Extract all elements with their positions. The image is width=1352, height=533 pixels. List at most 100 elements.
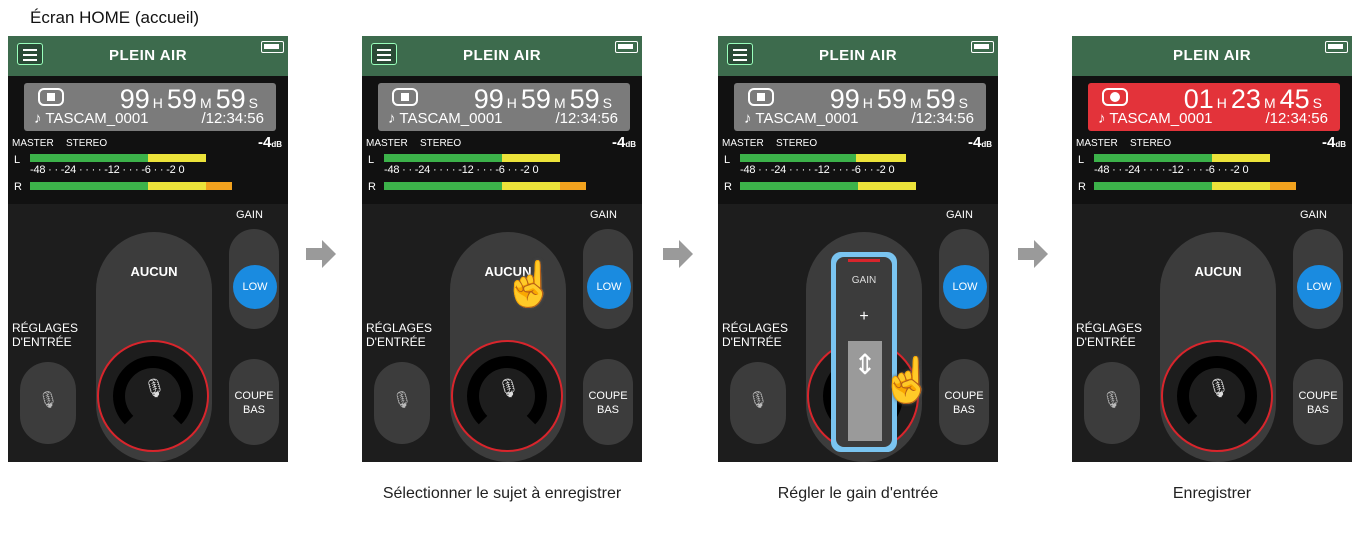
hours-unit: H bbox=[1216, 95, 1227, 111]
gain-low-button[interactable]: LOW bbox=[233, 265, 277, 309]
step-arrow-2 bbox=[663, 240, 693, 268]
master-label: MASTER bbox=[12, 138, 54, 149]
hours-unit: H bbox=[862, 95, 873, 111]
seconds-unit: S bbox=[248, 95, 258, 111]
recorder-screen: PLEIN AIR 99 H 59 M 59 S ♪ TASCAM_0001 /12:34… bbox=[718, 36, 998, 462]
input-settings-label: RÉGLAGES D'ENTRÉE bbox=[1076, 321, 1143, 349]
input-settings-label: RÉGLAGES D'ENTRÉE bbox=[12, 321, 79, 349]
master-level-value: -4 bbox=[257, 134, 272, 151]
meter-right bbox=[30, 182, 232, 190]
master-meter: MASTER STEREO -4dB L R -48 · · -24 · · ·… bbox=[718, 134, 998, 204]
input-settings-button[interactable]: 🎙 bbox=[20, 362, 76, 444]
master-label: MASTER bbox=[722, 138, 764, 149]
meter-left bbox=[1094, 154, 1270, 162]
master-level-value: -4 bbox=[967, 134, 982, 151]
meter-scale: -48 · · -24 · · · · -12 · · · -6 · · -2 … bbox=[740, 164, 895, 176]
channel-right-label: R bbox=[368, 181, 376, 193]
channel-right-label: R bbox=[1078, 181, 1086, 193]
minutes-unit: M bbox=[553, 95, 566, 111]
microphone-icon: 🎙 bbox=[37, 392, 59, 409]
input-level-ring[interactable]: 🎙 bbox=[97, 340, 209, 452]
screen-title: PLEIN AIR bbox=[462, 47, 542, 64]
meter-left bbox=[384, 154, 560, 162]
gain-label: GAIN bbox=[1300, 209, 1327, 221]
record-icon[interactable] bbox=[1102, 88, 1128, 106]
battery-icon bbox=[971, 41, 994, 53]
top-bar: PLEIN AIR bbox=[718, 36, 998, 76]
meter-scale: -48 · · -24 · · · · -12 · · · -6 · · -2 … bbox=[384, 164, 539, 176]
channel-left-label: L bbox=[368, 154, 375, 166]
remaining-time: /12:34:56 bbox=[911, 110, 974, 127]
master-label: MASTER bbox=[1076, 138, 1118, 149]
seconds-unit: S bbox=[958, 95, 968, 111]
input-level-ring[interactable]: 🎙 bbox=[451, 340, 563, 452]
battery-icon bbox=[261, 41, 284, 53]
input-settings-label: RÉGLAGES D'ENTRÉE bbox=[366, 321, 433, 349]
minutes-unit: M bbox=[1263, 95, 1276, 111]
popup-plus: + bbox=[859, 308, 869, 325]
channel-left-label: L bbox=[14, 154, 21, 166]
seconds-unit: S bbox=[1312, 95, 1322, 111]
stop-icon[interactable] bbox=[392, 88, 418, 106]
stop-icon[interactable] bbox=[748, 88, 774, 106]
master-level: -4dB bbox=[968, 134, 992, 151]
gain-low-button[interactable]: LOW bbox=[1297, 265, 1341, 309]
screen-title: PLEIN AIR bbox=[108, 47, 188, 64]
mode-label: STEREO bbox=[776, 138, 818, 149]
input-settings-button[interactable]: 🎙 bbox=[1084, 362, 1140, 444]
input-settings-button[interactable]: 🎙 bbox=[730, 362, 786, 444]
caption-select-subject: Sélectionner le sujet à enregistrer bbox=[382, 485, 622, 502]
master-level: -4dB bbox=[1322, 134, 1346, 151]
page-heading: Écran HOME (accueil) bbox=[30, 8, 200, 27]
gain-low-button[interactable]: LOW bbox=[587, 265, 631, 309]
seconds-unit: S bbox=[602, 95, 612, 111]
input-level-ring[interactable]: 🎙 bbox=[1161, 340, 1273, 452]
time-counter: 99 H 59 M 59 S ♪ TASCAM_0001 /12:34:56 bbox=[24, 83, 276, 131]
channel-right-label: R bbox=[14, 181, 22, 193]
battery-icon bbox=[615, 41, 638, 53]
master-level-value: -4 bbox=[1321, 134, 1336, 151]
low-cut-button[interactable]: COUPE BAS bbox=[229, 359, 279, 445]
subject-label: AUCUN bbox=[1194, 264, 1242, 279]
top-bar: PLEIN AIR bbox=[1072, 36, 1352, 76]
channel-left-label: L bbox=[724, 154, 731, 166]
microphone-icon: 🎙 bbox=[747, 392, 769, 409]
minutes: 59 bbox=[520, 84, 551, 114]
recorder-screen: PLEIN AIR 99 H 59 M 59 S ♪ TASCAM_0001 /12:34… bbox=[8, 36, 288, 462]
meter-scale: -48 · · -24 · · · · -12 · · · -6 · · -2 … bbox=[1094, 164, 1249, 176]
stop-icon[interactable] bbox=[38, 88, 64, 106]
top-bar: PLEIN AIR bbox=[8, 36, 288, 76]
low-cut-button[interactable]: COUPE BAS bbox=[939, 359, 989, 445]
recorder-screen: PLEIN AIR 01 H 23 M 45 S ♪ TASCAM_0001 /12:34… bbox=[1072, 36, 1352, 462]
gain-low-button[interactable]: LOW bbox=[943, 265, 987, 309]
master-label: MASTER bbox=[366, 138, 408, 149]
meter-left bbox=[740, 154, 906, 162]
gain-popup[interactable]: GAIN + ⇕ bbox=[831, 252, 897, 452]
battery-icon bbox=[1325, 41, 1348, 53]
master-level-unit: dB bbox=[1335, 140, 1346, 149]
minutes: 59 bbox=[166, 84, 197, 114]
minutes: 23 bbox=[1230, 84, 1261, 114]
time-counter: 99 H 59 M 59 S ♪ TASCAM_0001 /12:34:56 bbox=[378, 83, 630, 131]
mode-label: STEREO bbox=[1130, 138, 1172, 149]
low-cut-button[interactable]: COUPE BAS bbox=[1293, 359, 1343, 445]
gain-label: GAIN bbox=[590, 209, 617, 221]
hours-unit: H bbox=[506, 95, 517, 111]
remaining-time: /12:34:56 bbox=[201, 110, 264, 127]
master-meter: MASTER STEREO -4dB L R -48 · · -24 · · ·… bbox=[1072, 134, 1352, 204]
microphone-icon: 🎙 bbox=[497, 378, 520, 398]
master-level: -4dB bbox=[258, 134, 282, 151]
hours-unit: H bbox=[152, 95, 163, 111]
input-settings-button[interactable]: 🎙 bbox=[374, 362, 430, 444]
minutes-unit: M bbox=[909, 95, 922, 111]
master-level-unit: dB bbox=[981, 140, 992, 149]
minutes-unit: M bbox=[199, 95, 212, 111]
low-cut-button[interactable]: COUPE BAS bbox=[583, 359, 633, 445]
remaining-time: /12:34:56 bbox=[555, 110, 618, 127]
master-meter: MASTER STEREO -4dB L R -48 · · -24 · · ·… bbox=[362, 134, 642, 204]
microphone-icon: 🎙 bbox=[1207, 378, 1230, 398]
meter-left bbox=[30, 154, 206, 162]
master-level: -4dB bbox=[612, 134, 636, 151]
top-bar: PLEIN AIR bbox=[362, 36, 642, 76]
meter-right bbox=[384, 182, 586, 190]
